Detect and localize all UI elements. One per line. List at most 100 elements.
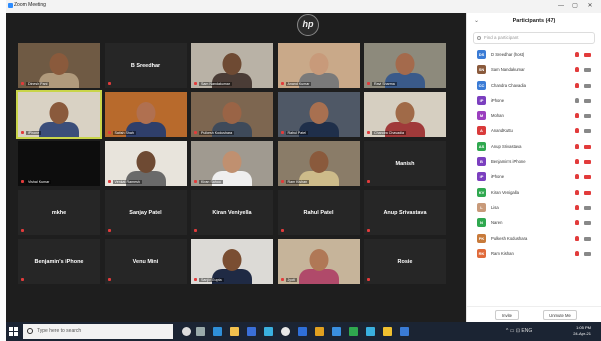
video-tile[interactable]: Sanjay Patel — [104, 190, 187, 235]
video-tile[interactable]: Kiran Sahoo — [191, 141, 273, 186]
mic-icon[interactable] — [575, 82, 579, 88]
mic-icon[interactable] — [575, 250, 579, 256]
mic-icon[interactable] — [575, 189, 579, 195]
muted-mic-icon — [194, 179, 197, 183]
video-tile[interactable]: B Sreedhar — [104, 43, 187, 88]
participant-name: Lisa — [491, 204, 499, 210]
video-tile[interactable]: mkhe — [18, 190, 100, 235]
mic-icon[interactable] — [575, 97, 579, 103]
mic-icon[interactable] — [575, 174, 579, 180]
system-tray[interactable]: ^ ▭ ⊡ ENG — [506, 328, 532, 334]
participant-row[interactable]: RK Ram Kishan — [467, 246, 601, 261]
participant-row[interactable]: CC Chandra Chavadia — [467, 78, 601, 93]
camera-icon — [584, 205, 591, 210]
video-tile[interactable]: Chandra Chavadia — [364, 92, 446, 137]
folder-icon[interactable] — [383, 327, 392, 336]
mail-icon[interactable] — [264, 327, 273, 336]
video-tile[interactable]: Manish — [364, 141, 446, 186]
video-tile[interactable]: Anand Kumar — [277, 43, 360, 88]
participants-header: ⌄ Participants (47) — [467, 13, 601, 29]
mic-icon[interactable] — [575, 128, 579, 134]
zoom-taskbar-icon[interactable] — [332, 327, 341, 336]
video-tile[interactable]: Rosie — [364, 239, 446, 284]
task-view-icon[interactable] — [196, 327, 205, 336]
camera-icon — [584, 83, 591, 88]
video-tile[interactable]: Jyoti — [277, 239, 360, 284]
participant-row[interactable]: iP iPhone — [467, 93, 601, 108]
video-tile[interactable]: Kiran Veniyella — [191, 190, 273, 235]
store-icon[interactable] — [247, 327, 256, 336]
video-tile[interactable]: Venkat Ramesh — [104, 141, 187, 186]
participant-name: Pulkesh Kodushara — [491, 235, 528, 241]
mic-icon[interactable] — [575, 113, 579, 119]
participant-row[interactable]: KV Kiran Venigalla — [467, 185, 601, 200]
participant-row[interactable]: DS D Sreedhar (host) — [467, 47, 601, 62]
participant-row[interactable]: B Benjamin's iPhone — [467, 154, 601, 169]
chevron-icon[interactable]: ⌄ — [474, 13, 479, 29]
video-tile[interactable]: Dinesh Pani — [18, 43, 100, 88]
video-tile[interactable]: Venu Mini — [104, 239, 187, 284]
maximize-button[interactable]: ▢ — [569, 1, 581, 11]
taskbar-clock[interactable]: 1:05 PM 24-Apr-21 — [573, 325, 591, 337]
participant-row[interactable]: AS Anup Srivastava — [467, 139, 601, 154]
video-tile[interactable]: Anup Srivastava — [364, 190, 446, 235]
video-tile[interactable]: Sam Nandakumar — [191, 43, 273, 88]
app-icon[interactable] — [315, 327, 324, 336]
mic-icon[interactable] — [575, 204, 579, 210]
mic-icon[interactable] — [575, 159, 579, 165]
taskbar-search-input[interactable]: Type here to search — [23, 324, 173, 339]
checkmark-app-icon[interactable] — [366, 327, 375, 336]
tile-name-label: Chandra Chavadia — [372, 130, 406, 135]
participant-row[interactable]: N Naren — [467, 215, 601, 230]
participant-row[interactable]: A AnandKuttu — [467, 123, 601, 138]
mic-icon[interactable] — [575, 143, 579, 149]
outlook-icon[interactable] — [298, 327, 307, 336]
participant-face — [222, 249, 242, 271]
video-tile[interactable]: iPhone — [16, 90, 102, 139]
participant-row[interactable]: PK Pulkesh Kodushara — [467, 231, 601, 246]
participant-row[interactable]: L Lisa — [467, 200, 601, 215]
camera-icon — [584, 114, 591, 119]
participant-name: iPhone — [491, 174, 505, 180]
video-tile[interactable]: Rahul Patel — [277, 92, 360, 137]
participant-name: Benjamin's iPhone — [491, 159, 526, 165]
excel-icon[interactable] — [349, 327, 358, 336]
avatar: KV — [477, 187, 486, 197]
participant-row[interactable]: iP iPhone — [467, 169, 601, 184]
video-tile[interactable]: Pulkesh Kodushara — [191, 92, 273, 137]
video-tile[interactable]: Ram Kishan — [277, 141, 360, 186]
chrome-icon[interactable] — [281, 327, 290, 336]
muted-mic-icon — [194, 130, 197, 134]
file-explorer-icon[interactable] — [230, 327, 239, 336]
participant-name: Anup Srivastava — [383, 210, 427, 217]
video-tile[interactable]: Satish Shah — [104, 92, 187, 137]
camera-icon — [584, 175, 591, 180]
participant-search-input[interactable]: Find a participant — [473, 32, 595, 44]
video-tile[interactable]: Rahul Patel — [277, 190, 360, 235]
video-tile[interactable]: Sanjiv Gupta — [191, 239, 273, 284]
zoom-meeting-taskbar-icon[interactable] — [400, 327, 409, 336]
video-tile[interactable]: Ravi Sharma — [364, 43, 446, 88]
minimize-button[interactable]: — — [555, 1, 567, 11]
close-button[interactable]: ✕ — [584, 1, 596, 11]
unmute-me-button[interactable]: Unmute Me — [543, 310, 577, 320]
invite-button[interactable]: Invite — [495, 310, 519, 320]
mic-icon[interactable] — [575, 67, 579, 73]
participant-row[interactable]: SN Sam Nandakumar — [467, 62, 601, 77]
video-tile[interactable]: Benjamin's iPhone — [18, 239, 100, 284]
mic-icon[interactable] — [575, 235, 579, 241]
mic-icon[interactable] — [575, 220, 579, 226]
edge-icon[interactable] — [213, 327, 222, 336]
participant-name: D Sreedhar (host) — [491, 52, 525, 57]
muted-mic-icon — [107, 130, 111, 134]
participant-name: Mohan — [491, 113, 504, 119]
video-tile[interactable]: Vishal Kumar — [18, 141, 100, 186]
muted-mic-icon — [21, 130, 24, 134]
camera-icon — [584, 160, 591, 165]
mic-icon[interactable] — [575, 52, 579, 57]
cortana-icon[interactable] — [182, 327, 191, 336]
camera-icon — [584, 236, 591, 241]
participant-row[interactable]: M Mohan — [467, 108, 601, 123]
windows-start-icon[interactable] — [9, 327, 18, 336]
tile-name-label: Ram Kishan — [285, 179, 310, 184]
